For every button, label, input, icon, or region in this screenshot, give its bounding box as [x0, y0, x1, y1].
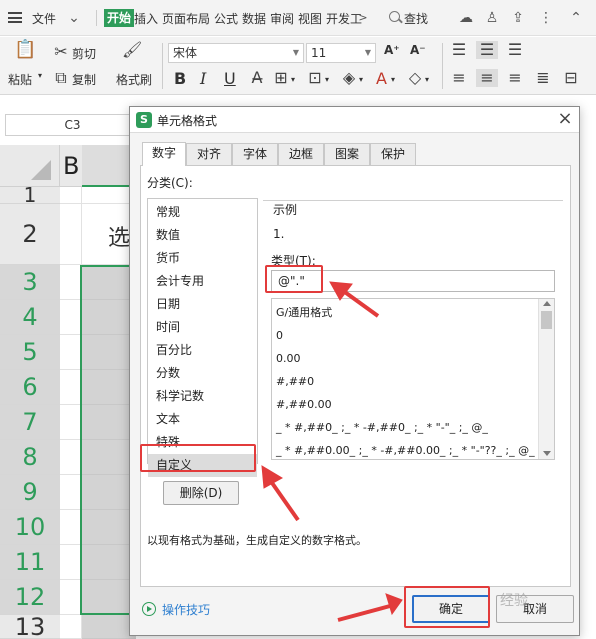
arrow-to-ok-button — [337, 604, 391, 622]
arrow-to-type-input — [340, 288, 380, 318]
watermark: 经验 — [500, 593, 528, 609]
annotation-arrows — [261, 281, 403, 622]
arrow-to-custom-category — [268, 478, 300, 522]
tab-number[interactable]: 数字 — [142, 142, 186, 166]
arrow-head-ok-button — [385, 593, 403, 616]
